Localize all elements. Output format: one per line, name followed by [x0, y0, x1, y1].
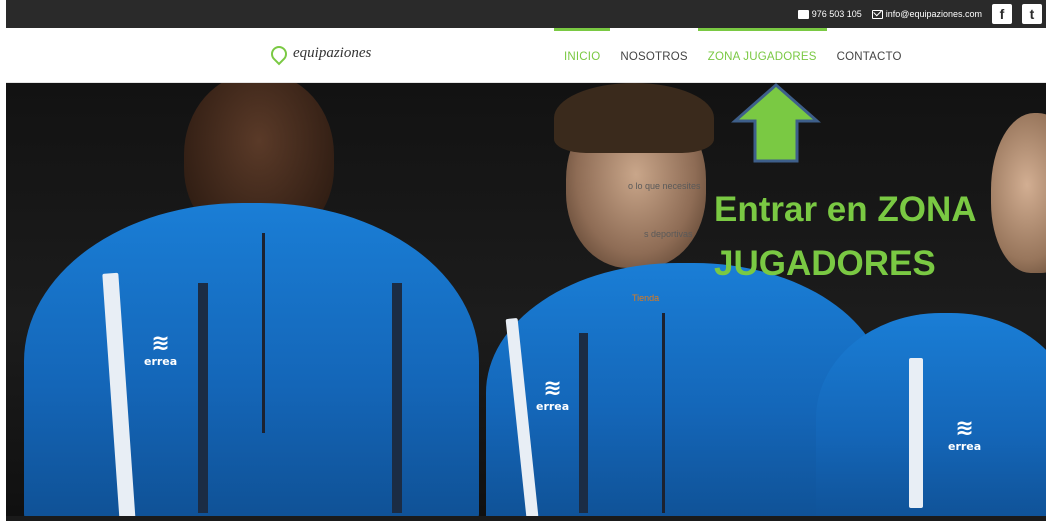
twitter-icon[interactable]: t: [1022, 4, 1042, 24]
jacket-zipper: [662, 313, 665, 513]
player-jacket: [24, 203, 479, 516]
errea-badge: ≋ errea: [144, 331, 178, 369]
nav-item-zona-jugadores[interactable]: ZONA JUGADORES: [697, 28, 827, 83]
phone-icon: [797, 9, 809, 19]
main-header: equipaziones INICIO NOSOTROS ZONA JUGADO…: [6, 28, 1046, 83]
hero-tagline: o lo que necesites: [628, 181, 701, 191]
arrow-up-icon: [731, 83, 821, 163]
hero-subtitle: s deportivas: [644, 229, 693, 239]
callout-line-2: JUGADORES: [714, 244, 936, 283]
callout-line-1: Entrar en ZONA: [714, 190, 977, 229]
player-hair: [554, 83, 714, 153]
mail-icon: [871, 9, 883, 19]
jacket-zipper: [262, 233, 265, 433]
main-navigation: INICIO NOSOTROS ZONA JUGADORES CONTACTO: [554, 28, 912, 83]
facebook-icon[interactable]: f: [992, 4, 1012, 24]
phone-contact[interactable]: 976 503 105: [797, 9, 862, 19]
errea-badge: ≋ errea: [948, 416, 982, 454]
top-contact-bar: 976 503 105 info@equipaziones.com f t: [6, 0, 1046, 28]
nav-item-inicio[interactable]: INICIO: [554, 28, 611, 83]
email-contact[interactable]: info@equipaziones.com: [871, 9, 982, 19]
phone-number: 976 503 105: [811, 9, 862, 19]
email-address: info@equipaziones.com: [885, 9, 982, 19]
hero-shop-link[interactable]: Tienda: [632, 293, 659, 303]
jacket-strap: [392, 283, 402, 513]
logo-text: equipaziones: [293, 45, 372, 61]
nav-item-contacto[interactable]: CONTACTO: [827, 28, 912, 83]
site-logo[interactable]: equipaziones: [267, 42, 372, 65]
jacket-strap: [198, 283, 208, 513]
jacket-strap: [579, 333, 588, 513]
nav-item-nosotros[interactable]: NOSOTROS: [610, 28, 697, 83]
errea-badge: ≋ errea: [536, 376, 570, 414]
hero-banner: ≋ errea ≋ errea ≋ errea o lo que necesites …: [6, 83, 1046, 516]
annotation-callout: Entrar en ZONA JUGADORES: [714, 183, 1034, 291]
jacket-stripe: [909, 358, 923, 508]
leaf-logo-icon: [267, 42, 291, 65]
bottom-edge: [6, 516, 1046, 521]
